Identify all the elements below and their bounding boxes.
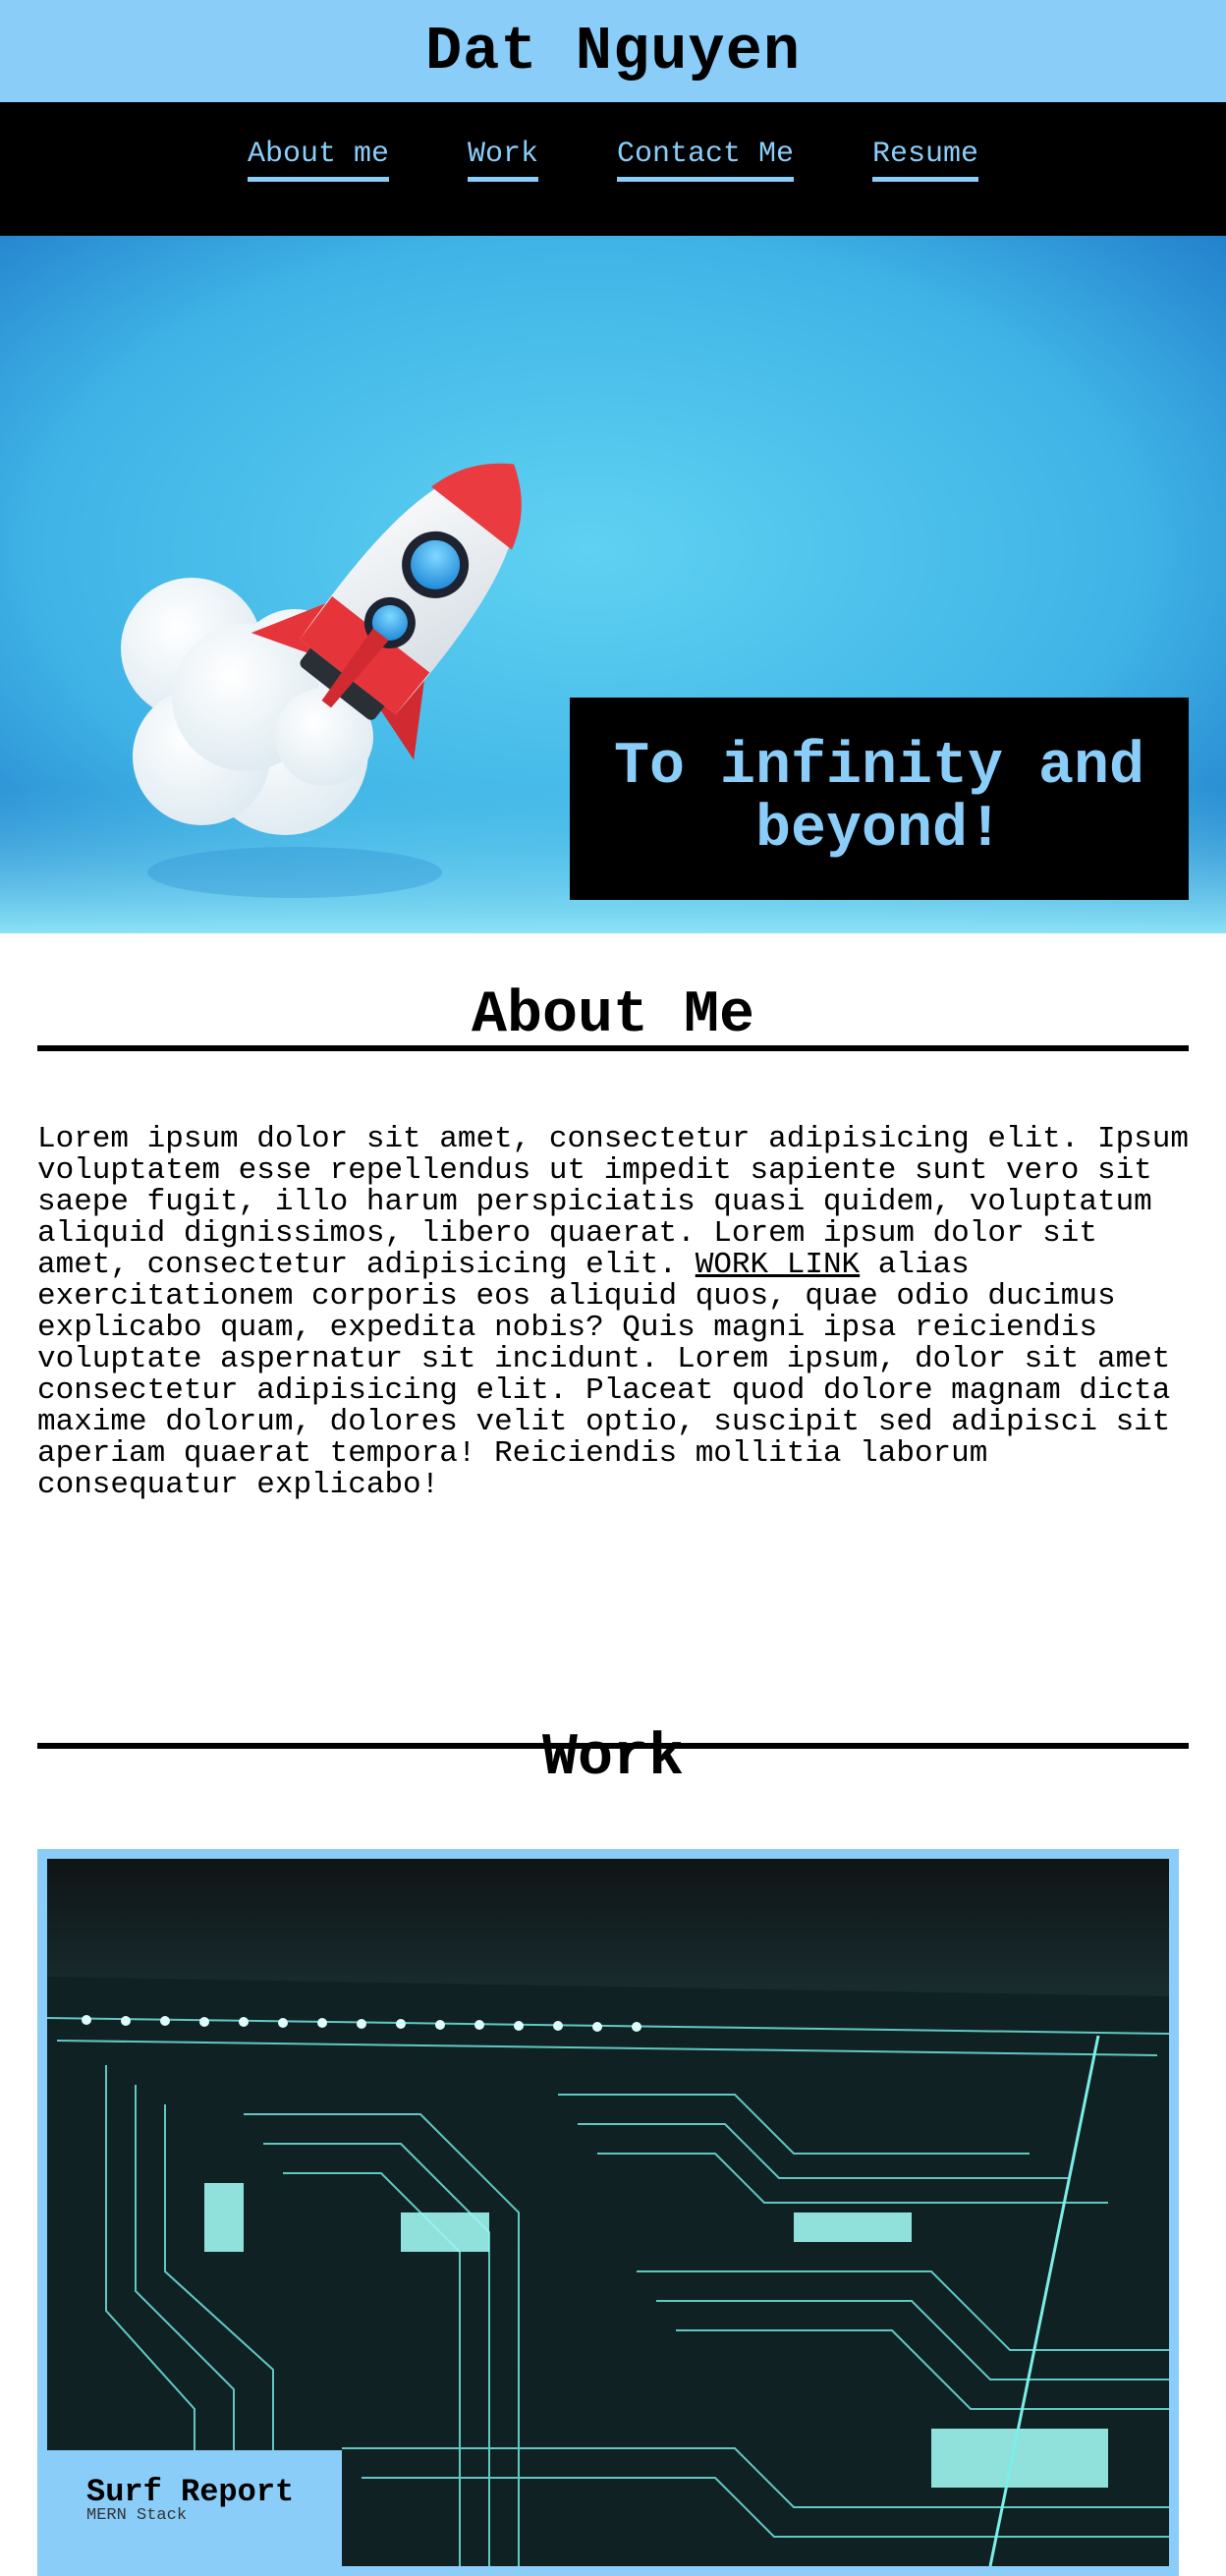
about-section: About Me Lorem ipsum dolor sit amet, con… [0, 933, 1226, 1501]
about-text-part-2: alias exercitationem corporis eos aliqui… [37, 1248, 1171, 1502]
nav-link-work[interactable]: Work [467, 140, 538, 182]
work-link[interactable]: WORK LINK [696, 1248, 860, 1282]
main-nav: About me Work Contact Me Resume [0, 102, 1226, 236]
work-heading-wrap: Work [0, 1729, 1226, 1788]
about-paragraph: Lorem ipsum dolor sit amet, consectetur … [37, 1124, 1189, 1501]
hero-banner: To infinity and beyond! [0, 236, 1226, 933]
site-title: Dat Nguyen [424, 16, 802, 86]
about-heading: About Me [471, 982, 755, 1049]
about-heading-wrap: About Me [0, 933, 1226, 1051]
nav-link-about[interactable]: About me [247, 140, 389, 182]
nav-link-resume[interactable]: Resume [872, 140, 979, 182]
site-header: Dat Nguyen [0, 0, 1226, 102]
project-image: Surf Report MERN Stack [47, 1859, 1169, 2566]
work-divider [37, 1743, 1189, 1749]
project-card[interactable]: Surf Report MERN Stack [37, 1849, 1179, 2576]
about-text-part-1: Lorem ipsum dolor sit amet, consectetur … [37, 1122, 1189, 1282]
hero-tagline-box: To infinity and beyond! [570, 698, 1189, 900]
hero-tagline: To infinity and beyond! [613, 734, 1145, 864]
nav-link-contact[interactable]: Contact Me [616, 140, 795, 182]
project-title: Surf Report [86, 2474, 295, 2510]
project-caption: Surf Report MERN Stack [47, 2450, 342, 2566]
work-heading: Work [541, 1725, 685, 1792]
